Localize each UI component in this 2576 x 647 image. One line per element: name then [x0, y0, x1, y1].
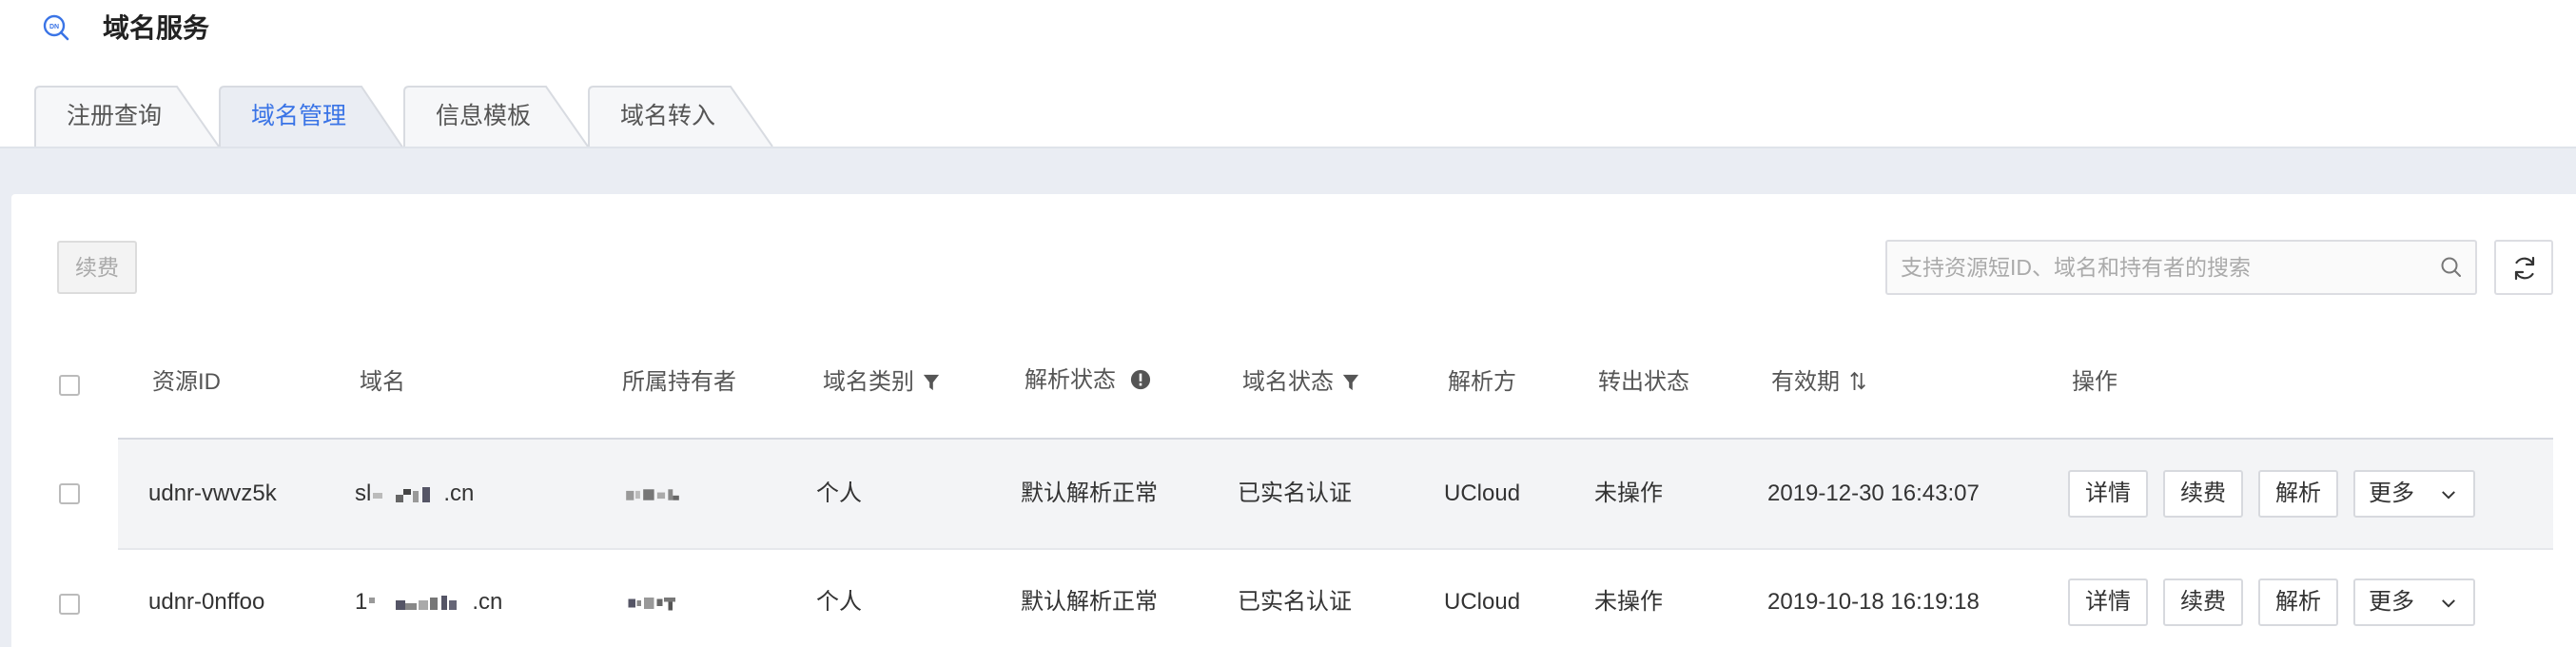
- logo-text: DN: [49, 24, 59, 30]
- row-checkbox[interactable]: [59, 594, 80, 615]
- resolve-button[interactable]: 解析: [2258, 578, 2338, 626]
- column-header-domain: 域名: [360, 369, 405, 395]
- cell-resolve-status: 默认解析正常: [1021, 589, 1158, 615]
- sort-icon[interactable]: [1849, 371, 1867, 392]
- cell-resolver: UCloud: [1444, 480, 1521, 506]
- column-header-expiry[interactable]: 有效期: [1771, 363, 1867, 402]
- app-title: 域名服务: [103, 13, 210, 43]
- tab-info-template[interactable]: 信息模板: [403, 86, 590, 147]
- cell-resolve-status: 默认解析正常: [1021, 480, 1158, 506]
- column-header-owner: 所属持有者: [622, 369, 736, 395]
- select-all-checkbox[interactable]: [59, 375, 80, 396]
- cell-domain-type: 个人: [816, 589, 862, 615]
- redacted-text-icon: [626, 488, 679, 500]
- details-button[interactable]: 详情: [2068, 578, 2148, 626]
- redacted-text-icon: [369, 595, 458, 610]
- app-header: DN 域名服务: [0, 0, 2576, 57]
- domain-suffix: .cn: [472, 589, 503, 615]
- row-checkbox[interactable]: [59, 483, 80, 504]
- tab-label: 信息模板: [436, 103, 532, 129]
- refresh-button[interactable]: [2494, 240, 2553, 295]
- cell-expiry: 2019-10-18 16:19:18: [1767, 589, 1980, 615]
- tab-register-query[interactable]: 注册查询: [34, 86, 221, 147]
- column-header-actions: 操作: [2072, 369, 2117, 395]
- refresh-icon: [2514, 256, 2535, 281]
- column-header-resource-id: 资源ID: [152, 369, 221, 395]
- search-box: [1885, 240, 2477, 295]
- cell-expiry: 2019-12-30 16:43:07: [1767, 480, 1980, 506]
- cell-domain-type: 个人: [816, 480, 862, 506]
- redacted-text-icon: [373, 486, 431, 502]
- cell-resource-id: udnr-vwvz5k: [148, 480, 277, 506]
- details-button[interactable]: 详情: [2068, 470, 2148, 518]
- tab-label: 注册查询: [67, 103, 163, 129]
- column-header-label: 解析状态: [1025, 367, 1116, 393]
- cell-domain[interactable]: sl .cn: [355, 475, 474, 513]
- tab-divider: [0, 147, 2576, 148]
- column-header-transfer-status: 转出状态: [1598, 369, 1689, 395]
- cell-transfer-status: 未操作: [1594, 589, 1663, 615]
- more-dropdown-button[interactable]: 更多: [2353, 578, 2475, 626]
- tab-domain-management[interactable]: 域名管理: [219, 86, 405, 148]
- filter-icon[interactable]: [1342, 373, 1359, 392]
- chevron-down-icon: [2442, 491, 2455, 500]
- cell-owner: [618, 583, 687, 621]
- cell-transfer-status: 未操作: [1594, 480, 1663, 506]
- cell-resolver: UCloud: [1444, 589, 1521, 615]
- cell-domain-status: 已实名认证: [1238, 589, 1352, 615]
- search-input[interactable]: [1901, 242, 2414, 293]
- redacted-text-icon: [628, 597, 675, 611]
- tab-label: 域名管理: [251, 103, 347, 129]
- cell-owner: [618, 475, 687, 513]
- domain-suffix: .cn: [443, 480, 475, 506]
- chevron-down-icon: [2442, 599, 2455, 608]
- batch-renew-button[interactable]: 续费: [57, 241, 137, 294]
- column-header-label: 域名状态: [1242, 369, 1334, 395]
- info-icon[interactable]: [1130, 369, 1151, 390]
- column-header-domain-status[interactable]: 域名状态: [1242, 363, 1359, 402]
- cell-domain[interactable]: 1 .cn: [355, 583, 502, 621]
- more-label: 更多: [2369, 480, 2414, 506]
- cell-resource-id: udnr-0nffoo: [148, 589, 265, 615]
- column-header-domain-type[interactable]: 域名类别: [823, 363, 940, 402]
- column-header-label: 有效期: [1771, 369, 1840, 395]
- tab-domain-transfer-in[interactable]: 域名转入: [588, 86, 774, 147]
- more-label: 更多: [2369, 589, 2414, 615]
- column-header-label: 域名类别: [823, 369, 914, 395]
- resolve-button[interactable]: 解析: [2258, 470, 2338, 518]
- renew-button[interactable]: 续费: [2163, 578, 2243, 626]
- column-header-resolver: 解析方: [1448, 369, 1516, 395]
- domain-prefix: sl: [355, 480, 372, 506]
- column-header-resolve-status: 解析状态: [1025, 362, 1151, 400]
- tab-label: 域名转入: [620, 103, 716, 129]
- cell-domain-status: 已实名认证: [1238, 480, 1352, 506]
- more-dropdown-button[interactable]: 更多: [2353, 470, 2475, 518]
- search-icon[interactable]: [2439, 255, 2464, 280]
- renew-button[interactable]: 续费: [2163, 470, 2243, 518]
- domain-prefix: 1: [355, 589, 368, 615]
- domain-service-logo-icon: DN: [43, 14, 69, 41]
- filter-icon[interactable]: [923, 373, 940, 392]
